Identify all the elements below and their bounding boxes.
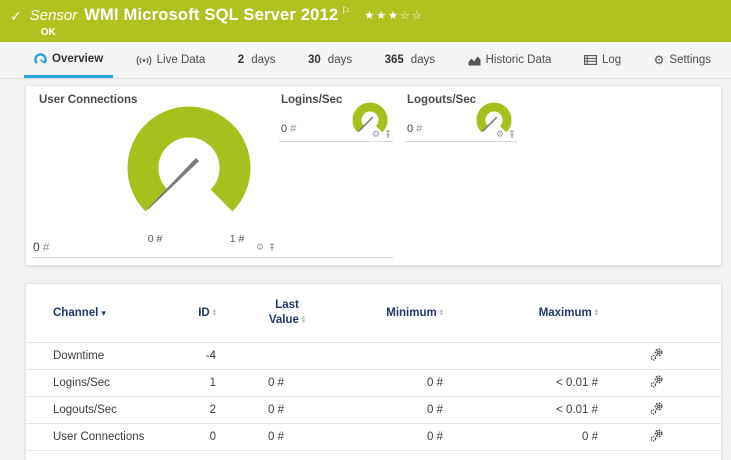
tab-label: days bbox=[327, 54, 353, 66]
gauge-settings-gear-icon[interactable]: ⚙ bbox=[372, 130, 380, 139]
pin-icon[interactable] bbox=[268, 243, 276, 252]
column-header-id[interactable]: ID ▴ ▾ bbox=[176, 284, 216, 342]
channel-last-value: 0 # bbox=[216, 395, 284, 423]
main-gauge-value: 0 # bbox=[33, 240, 50, 254]
channel-name: Logins/Sec bbox=[26, 368, 176, 396]
logins-gauge-value: 0 # bbox=[281, 123, 297, 135]
column-header-last-value[interactable]: Last Value ▴ ▾ bbox=[216, 284, 305, 342]
logouts-gauge-actions: ⚙ bbox=[496, 130, 516, 139]
log-list-icon bbox=[584, 55, 597, 65]
sort-icon: ▴ ▾ bbox=[301, 313, 306, 325]
tab-label: Historic Data bbox=[485, 54, 552, 66]
pin-icon[interactable] bbox=[384, 130, 392, 139]
tab-historic-data[interactable]: Historic Data bbox=[458, 42, 562, 78]
table-row: User Connections 0 0 # 0 # 0 # bbox=[26, 422, 721, 450]
gauge-scale-min: 0 # bbox=[147, 233, 163, 245]
logins-gauge-actions: ⚙ bbox=[372, 130, 392, 139]
channel-last-value bbox=[216, 341, 284, 369]
channel-id: 0 bbox=[176, 422, 216, 450]
flag-icon: ⚐ bbox=[341, 6, 351, 17]
sort-icon: ▴ ▾ bbox=[594, 306, 598, 318]
gauge-settings-gear-icon[interactable]: ⚙ bbox=[496, 130, 504, 139]
user-connections-gauge bbox=[127, 106, 251, 212]
sort-desc-icon: ▾ bbox=[101, 307, 106, 318]
status-badge: OK bbox=[40, 27, 56, 38]
channel-settings-gears-icon[interactable] bbox=[650, 374, 663, 391]
tab-bar: Overview Live Data 2 days 30 days 365 da… bbox=[0, 42, 731, 79]
sensor-header: ✓ Sensor WMI Microsoft SQL Server 2012 ⚐… bbox=[0, 0, 731, 42]
channel-minimum: 0 # bbox=[284, 422, 443, 450]
sort-icon: ▴ ▾ bbox=[439, 306, 443, 318]
gauge-settings-gear-icon[interactable]: ⚙ bbox=[256, 243, 264, 252]
channel-last-value: 0 # bbox=[216, 422, 284, 450]
table-header-row: Channel ▾ ID ▴ ▾ Last Value ▴ ▾ Minimum ▴ ▾ Max… bbox=[26, 284, 721, 342]
status-check-icon: ✓ bbox=[10, 8, 22, 24]
main-gauge-actions: ⚙ bbox=[256, 243, 276, 252]
channel-minimum bbox=[284, 341, 443, 369]
tab-30-days[interactable]: 30 days bbox=[298, 42, 362, 78]
tab-label: days bbox=[251, 54, 276, 66]
channel-settings-gears-icon[interactable] bbox=[650, 347, 663, 364]
tab-settings[interactable]: ⚙ Settings bbox=[644, 42, 721, 78]
gear-icon: ⚙ bbox=[653, 53, 665, 67]
tab-label: Settings bbox=[669, 54, 711, 66]
channel-settings-gears-icon[interactable] bbox=[650, 401, 663, 418]
tab-label: Log bbox=[601, 54, 622, 66]
pin-icon[interactable] bbox=[508, 130, 516, 139]
channel-id: 2 bbox=[176, 395, 216, 423]
tab-365-days[interactable]: 365 days bbox=[375, 42, 445, 78]
table-row: Logins/Sec 1 0 # 0 # < 0.01 # bbox=[26, 368, 721, 396]
table-row-filler bbox=[26, 449, 721, 460]
tab-overview[interactable]: Overview bbox=[24, 42, 114, 78]
tab-label: days bbox=[410, 54, 436, 66]
channel-name: User Connections bbox=[26, 422, 176, 450]
channel-maximum: < 0.01 # bbox=[443, 395, 598, 423]
tab-log[interactable]: Log bbox=[574, 42, 631, 78]
tab-label: Live Data bbox=[156, 54, 206, 66]
live-signal-icon bbox=[136, 55, 151, 65]
sensor-kind-label: Sensor bbox=[29, 7, 78, 24]
channel-id: 1 bbox=[176, 368, 216, 396]
column-header-maximum[interactable]: Maximum ▴ ▾ bbox=[443, 284, 598, 342]
logouts-gauge-title: Logouts/Sec bbox=[407, 94, 477, 106]
gauge-scale-max: 1 # bbox=[229, 233, 245, 245]
channel-maximum: 0 # bbox=[443, 422, 598, 450]
priority-stars[interactable]: ★★★☆☆ bbox=[364, 8, 423, 22]
sensor-title: WMI Microsoft SQL Server 2012 bbox=[84, 6, 339, 24]
gauges-panel: User Connections 0 # 1 # 0 # ⚙ Logins/Sec… bbox=[25, 85, 722, 266]
channel-name: Logouts/Sec bbox=[26, 395, 176, 423]
channel-maximum: < 0.01 # bbox=[443, 368, 598, 396]
tab-live-data[interactable]: Live Data bbox=[126, 42, 216, 78]
sort-icon: ▴ ▾ bbox=[212, 306, 216, 318]
channel-maximum bbox=[443, 341, 598, 369]
logins-gauge-tile: Logins/Sec 0 # ⚙ bbox=[279, 94, 393, 142]
channel-id: -4 bbox=[176, 341, 216, 369]
channel-settings-gears-icon[interactable] bbox=[650, 428, 663, 445]
table-row: Downtime -4 bbox=[26, 341, 721, 369]
channel-minimum: 0 # bbox=[284, 395, 443, 423]
channels-panel: Channel ▾ ID ▴ ▾ Last Value ▴ ▾ Minimum ▴ ▾ Max… bbox=[25, 283, 722, 460]
logins-gauge-title: Logins/Sec bbox=[281, 94, 343, 106]
channel-name: Downtime bbox=[26, 341, 176, 369]
channel-last-value: 0 # bbox=[216, 368, 284, 396]
divider bbox=[33, 257, 393, 258]
channels-table: Channel ▾ ID ▴ ▾ Last Value ▴ ▾ Minimum ▴ ▾ Max… bbox=[26, 284, 721, 460]
channel-minimum: 0 # bbox=[284, 368, 443, 396]
logouts-gauge-tile: Logouts/Sec 0 # ⚙ bbox=[405, 94, 517, 142]
tab-2-days[interactable]: 2 days bbox=[228, 42, 286, 78]
gauge-icon bbox=[34, 52, 47, 64]
area-chart-icon bbox=[468, 56, 481, 65]
table-row: Logouts/Sec 2 0 # 0 # < 0.01 # bbox=[26, 395, 721, 423]
column-header-channel[interactable]: Channel ▾ bbox=[26, 284, 176, 342]
tab-label: Overview bbox=[52, 52, 104, 65]
logouts-gauge-value: 0 # bbox=[407, 123, 423, 135]
